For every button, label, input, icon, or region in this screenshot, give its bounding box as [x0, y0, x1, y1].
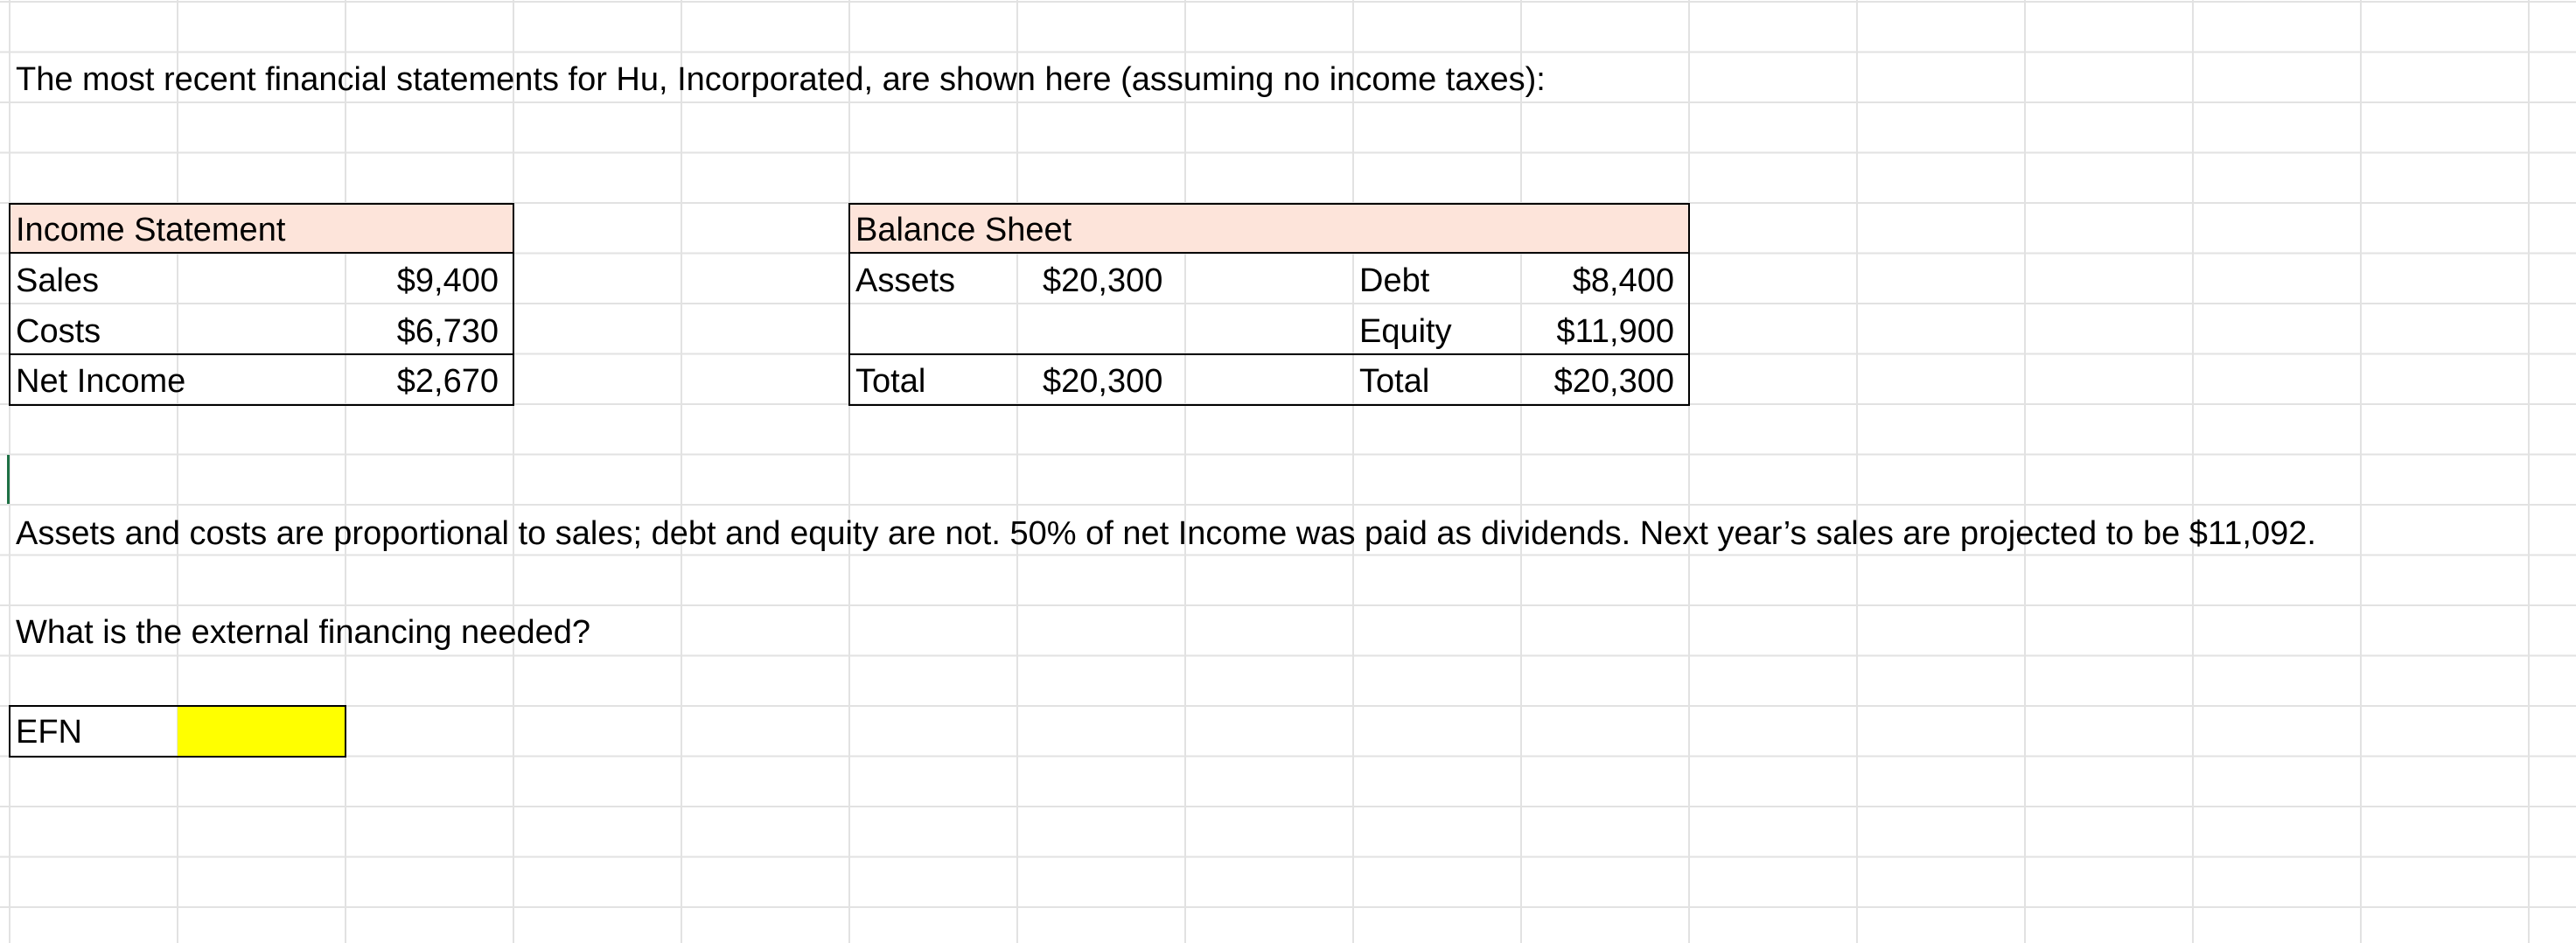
spreadsheet-grid[interactable]	[0, 0, 2576, 943]
income-row-value[interactable]: $6,730	[332, 315, 499, 348]
income-row-value[interactable]: $2,670	[332, 365, 499, 398]
assumptions-text: Assets and costs are proportional to sal…	[16, 515, 2316, 552]
income-row-label[interactable]: Sales	[16, 264, 99, 297]
active-cell-indicator	[7, 455, 10, 504]
total-right-label[interactable]: Total	[1359, 365, 1429, 398]
efn-label: EFN	[16, 714, 82, 751]
assets-label[interactable]: Assets	[855, 264, 955, 297]
income-statement-divider	[9, 353, 514, 355]
efn-answer-cell[interactable]	[178, 707, 345, 756]
equity-label[interactable]: Equity	[1359, 315, 1452, 348]
income-row-label[interactable]: Net Income	[16, 365, 185, 398]
debt-value[interactable]: $8,400	[1487, 264, 1674, 297]
assets-value[interactable]: $20,300	[1043, 264, 1162, 297]
total-left-label[interactable]: Total	[855, 365, 925, 398]
income-row-value[interactable]: $9,400	[332, 264, 499, 297]
question-text: What is the external financing needed?	[16, 614, 590, 651]
total-right-value[interactable]: $20,300	[1487, 365, 1674, 398]
total-left-value[interactable]: $20,300	[1043, 365, 1162, 398]
balance-sheet-divider	[848, 353, 1690, 355]
debt-label[interactable]: Debt	[1359, 264, 1429, 297]
equity-value[interactable]: $11,900	[1487, 315, 1674, 348]
income-row-label[interactable]: Costs	[16, 315, 101, 348]
intro-text: The most recent financial statements for…	[16, 61, 1546, 98]
